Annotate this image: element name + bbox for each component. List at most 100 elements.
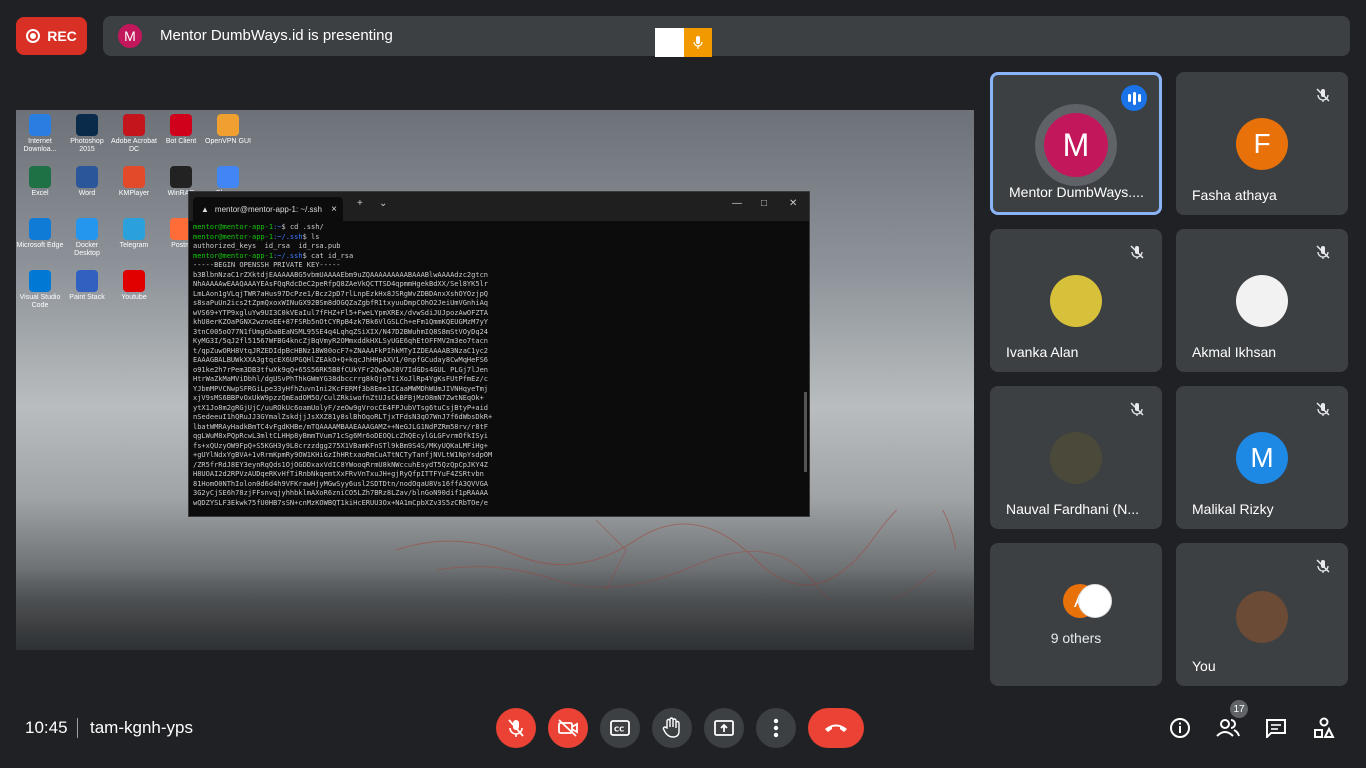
mic-off-icon: [1126, 241, 1148, 263]
avatar: M: [1236, 432, 1288, 484]
others-tile[interactable]: A9 others: [990, 543, 1162, 686]
presenter-mute-indicator: [655, 28, 712, 57]
terminal-prompt: mentor@mentor-app-1: [193, 232, 274, 241]
terminal-line: 3tnC005oO77N1fUmgGbaBEaNSML95SE4q4LqhqZS…: [193, 328, 805, 338]
desktop-icon[interactable]: Paint Stack: [63, 270, 111, 302]
desktop-icon[interactable]: Docker Desktop: [63, 218, 111, 258]
desktop-icon[interactable]: Bot Client: [157, 114, 205, 146]
recording-label: REC: [47, 28, 77, 44]
terminal-text: wQDZYSLF3Ekwk75fU0HB7sSN+cnMzKOWBQT1kiHc…: [193, 498, 489, 507]
terminal-text: 81HomO0NThIolon0d6d4h9VFKrawHjyMGwSyy6us…: [193, 479, 489, 488]
minimize-icon[interactable]: —: [732, 198, 742, 209]
desktop-icon-label: Excel: [31, 190, 49, 197]
terminal-line: ytX1Jo8m2gRGjUjC/uuROkUc6oamUolyF/zeOw9g…: [193, 404, 805, 414]
terminal-line: authorized_keys id_rsa id_rsa.pub: [193, 242, 805, 252]
terminal-line: NhAAAAAwEAAQAAAYEAsFQqRdcDeC2peRfpQ8ZAeV…: [193, 280, 805, 290]
desktop-icon[interactable]: Youtube: [110, 270, 158, 302]
desktop-icon[interactable]: Photoshop 2015: [63, 114, 111, 154]
participant-tile[interactable]: M Mentor DumbWays....: [990, 72, 1162, 215]
mic-toggle-button[interactable]: [496, 708, 536, 748]
participant-tile[interactable]: Ivanka Alan: [990, 229, 1162, 372]
camera-toggle-button[interactable]: [548, 708, 588, 748]
activities-button[interactable]: [1312, 716, 1336, 740]
new-tab-icon[interactable]: +: [357, 198, 363, 209]
mic-off-icon: [1126, 398, 1148, 420]
terminal-window[interactable]: ▲ mentor@mentor-app-1: ~/.ssh × + ⌄ — □ …: [188, 191, 810, 517]
participant-tile[interactable]: Nauval Fardhani (N...: [990, 386, 1162, 529]
terminal-text: HtrWaZkMaMViDbhl/dgUSvPhThkGWmYG38dbccrr…: [193, 375, 489, 383]
terminal-line: /ZR5frRdJ8EY3eynRqQds1OjOGDDxaxVdIC8YWoo…: [193, 461, 805, 471]
terminal-text: 3tnC005oO77N1fUmgGbaBEaNSML95SE4q4LqhqZS…: [193, 327, 489, 336]
desktop-icon[interactable]: Adobe Acrobat DC: [110, 114, 158, 154]
terminal-scrollbar[interactable]: [804, 392, 807, 472]
close-tab-icon[interactable]: ×: [331, 204, 337, 215]
desktop-icon[interactable]: Excel: [16, 166, 64, 198]
captions-button[interactable]: CC: [600, 708, 640, 748]
terminal-line: H8UOAI2d2RPVzAUDqeRKvHfTiRnbNkqemtXxFRvV…: [193, 470, 805, 480]
terminal-line: YJbmMPVCNwpSFRGiLpe33yHfhZuvn1ni2KcFERMf…: [193, 385, 805, 395]
chevron-down-icon[interactable]: ⌄: [379, 198, 387, 209]
terminal-line: khU8erKZOaPGNX2wznoEE+87FSRb5nOtCYRpB4zk…: [193, 318, 805, 328]
leave-call-button[interactable]: [808, 708, 864, 748]
terminal-text: ytX1Jo8m2gRGjUjC/uuROkUc6oamUolyF/zeOw9g…: [193, 403, 489, 412]
desktop-icon-label: Adobe Acrobat DC: [111, 138, 157, 153]
recording-indicator[interactable]: REC: [16, 17, 87, 55]
terminal-line: b3BlbnNzaC1rZXktdjEAAAAABG5vbmUAAAAEbm9u…: [193, 271, 805, 281]
captions-icon: CC: [609, 719, 631, 737]
desktop-icon[interactable]: Internet Downloa...: [16, 114, 64, 154]
desktop-icon[interactable]: Telegram: [110, 218, 158, 250]
more-options-button[interactable]: [756, 708, 796, 748]
app-icon: [29, 166, 51, 188]
desktop-icon[interactable]: KMPlayer: [110, 166, 158, 198]
terminal-text: authorized_keys id_rsa id_rsa.pub: [193, 242, 341, 250]
close-window-icon[interactable]: ✕: [789, 198, 797, 209]
desktop-icon[interactable]: Visual Studio Code: [16, 270, 64, 310]
participant-tile[interactable]: F Fasha athaya: [1176, 72, 1348, 215]
chat-icon: [1266, 719, 1286, 738]
terminal-text: nSedeeuI1hQRuJJ3GYmalZskdjjJsXXZ81y8slBh…: [193, 413, 493, 421]
participant-tile[interactable]: You: [1176, 543, 1348, 686]
hand-icon: [662, 717, 682, 739]
app-icon: [123, 270, 145, 292]
presenter-avatar: M: [118, 24, 142, 48]
people-button[interactable]: [1216, 716, 1240, 740]
terminal-output[interactable]: mentor@mentor-app-1:~$ cd .ssh/mentor@me…: [189, 221, 809, 515]
terminal-text: /ZR5frRdJ8EY3eynRqQds1OjOGDDxaxVdIC8YWoo…: [193, 460, 489, 469]
terminal-line: mentor@mentor-app-1:~$ cd .ssh/: [193, 223, 805, 233]
terminal-line: 81HomO0NThIolon0d6d4h9VFKrawHjyMGwSyy6us…: [193, 480, 805, 490]
participant-count-badge: 17: [1230, 700, 1248, 718]
desktop-icon[interactable]: OpenVPN GUI: [204, 114, 252, 146]
maximize-icon[interactable]: □: [761, 198, 767, 209]
terminal-line: wVS69+YTP9xgluYw9UI3C0kVEaIul7fFHZ+Fl5+F…: [193, 309, 805, 319]
raise-hand-button[interactable]: [652, 708, 692, 748]
avatar: [1050, 275, 1102, 327]
participant-name: Fasha athaya: [1192, 187, 1277, 203]
present-button[interactable]: [704, 708, 744, 748]
terminal-line: o91ke2h7rPem3DB3tfwXk9qQ+65S56RK5B8fCUkY…: [193, 366, 805, 376]
chat-button[interactable]: [1264, 716, 1288, 740]
desktop-icon[interactable]: Microsoft Edge: [16, 218, 64, 250]
desktop-icon[interactable]: Word: [63, 166, 111, 198]
terminal-path: :~/.ssh: [273, 232, 303, 241]
terminal-command: $ cd .ssh/: [281, 223, 324, 231]
avatar: [1078, 584, 1112, 618]
participant-tile[interactable]: M Malikal Rizky: [1176, 386, 1348, 529]
terminal-tab[interactable]: ▲ mentor@mentor-app-1: ~/.ssh ×: [193, 197, 343, 221]
desktop-icon-label: KMPlayer: [118, 190, 150, 197]
terminal-text: xjV9sMS6BBPvOxUkW9pzzQmEadOM5O/CulZRkiwo…: [193, 394, 484, 402]
terminal-text: lbatWMRAyHadkBmTC4vFgdKHBe/mTQAAAAMBAAEA…: [193, 422, 489, 431]
mic-off-icon: [1312, 241, 1334, 263]
camera-off-icon: [557, 719, 579, 737]
terminal-command: $ cat id_rsa: [302, 251, 354, 260]
participant-name: Malikal Rizky: [1192, 501, 1274, 517]
terminal-text: NhAAAAAwEAAQAAAYEAsFQqRdcDeC2peRfpQ8ZAeV…: [193, 280, 489, 288]
app-icon: [217, 166, 239, 188]
meeting-info-button[interactable]: [1168, 716, 1192, 740]
app-icon: [170, 114, 192, 136]
terminal-text: b3BlbnNzaC1rZXktdjEAAAAABG5vbmUAAAAEbm9u…: [193, 270, 489, 279]
terminal-titlebar: ▲ mentor@mentor-app-1: ~/.ssh × + ⌄ — □ …: [189, 192, 809, 221]
desktop-icon-label: Paint Stack: [69, 294, 105, 301]
app-icon: [29, 114, 51, 136]
desktop-icon-label: Bot Client: [165, 138, 197, 145]
participant-tile[interactable]: Akmal Ikhsan: [1176, 229, 1348, 372]
